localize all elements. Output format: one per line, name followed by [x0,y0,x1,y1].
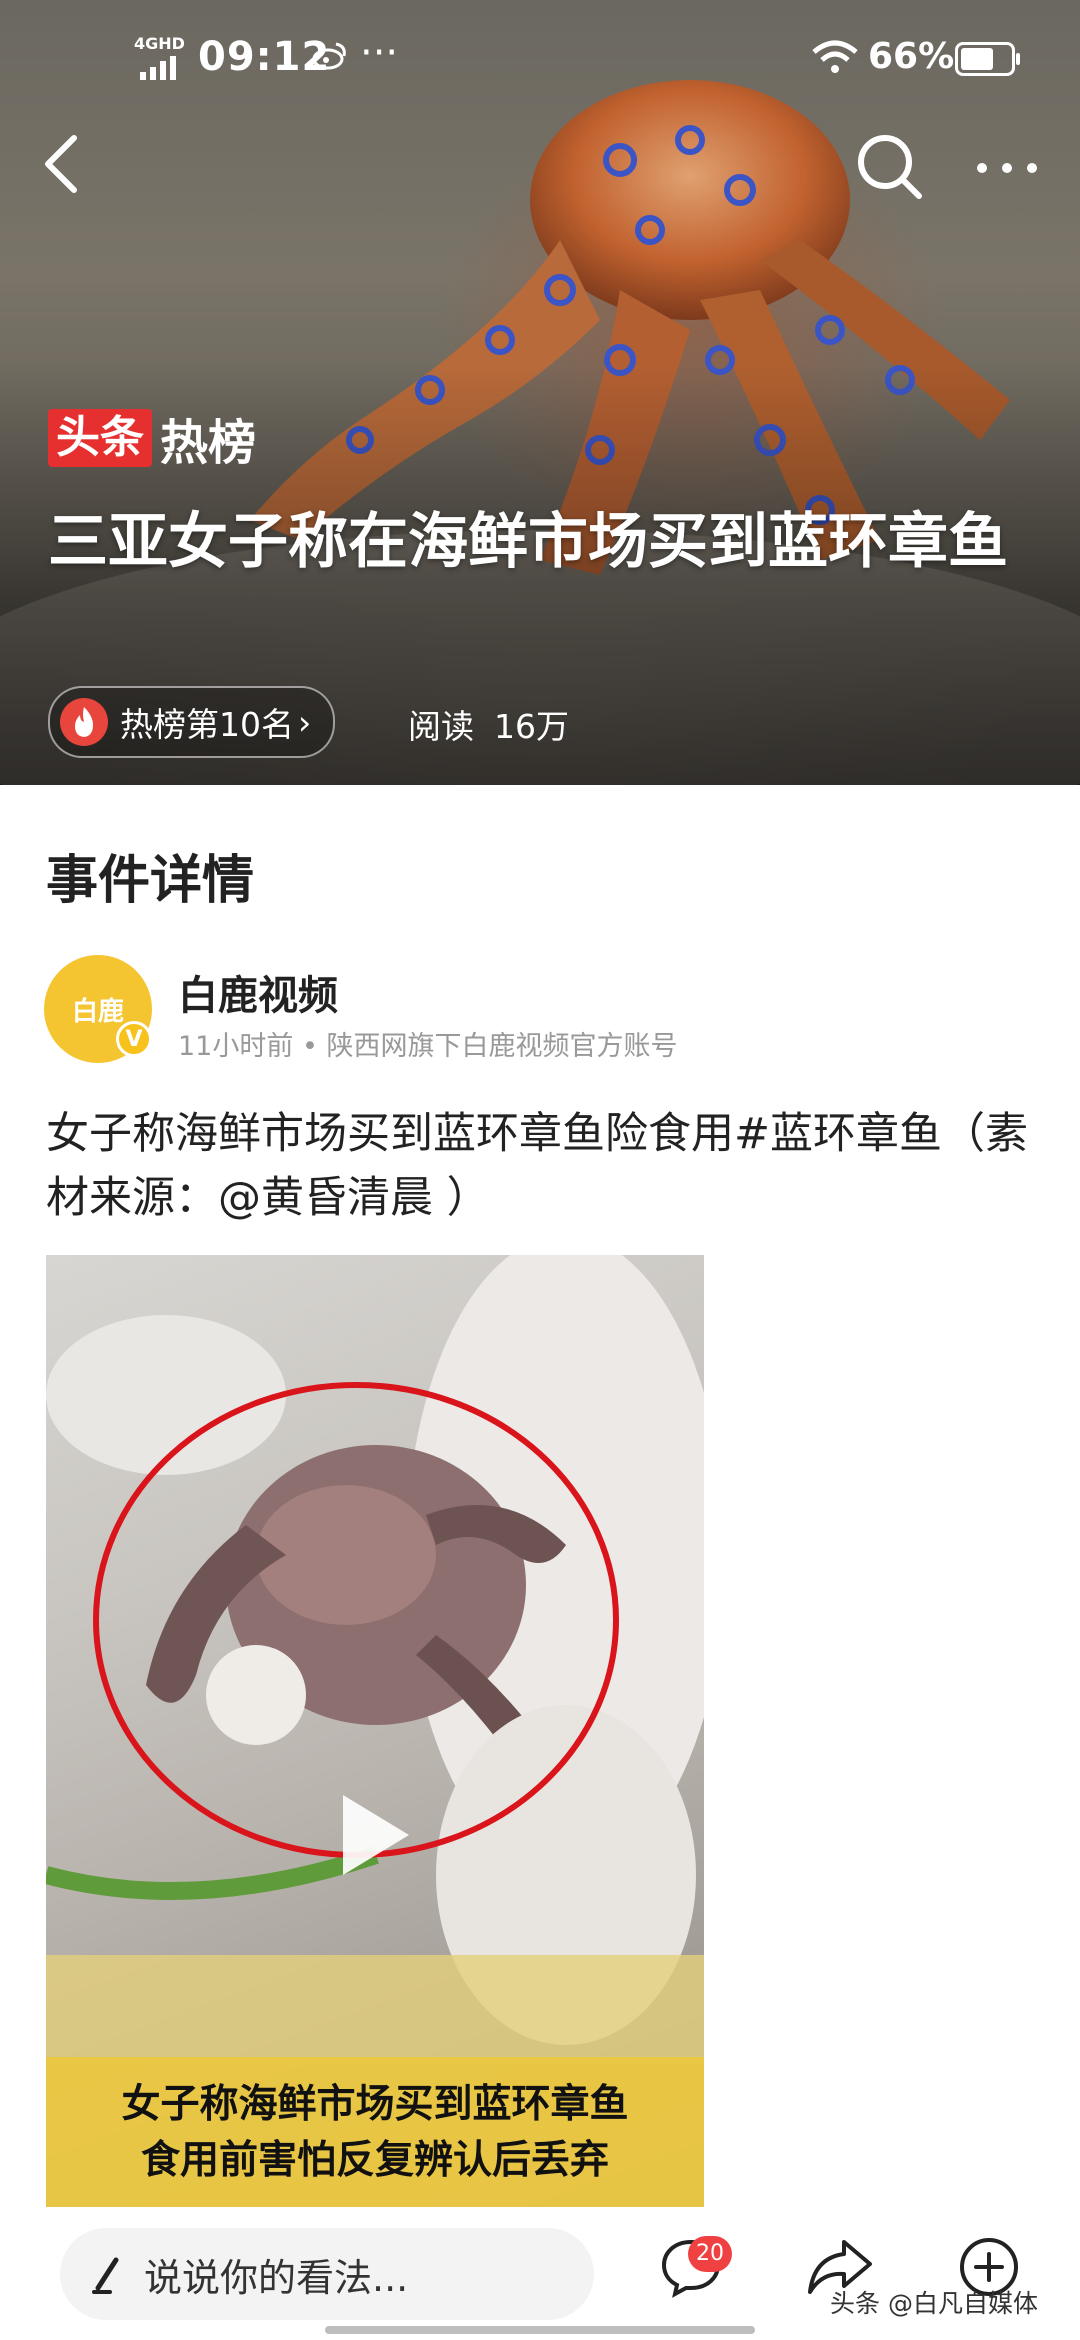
battery-icon [955,42,1020,76]
home-indicator[interactable] [325,2326,755,2334]
hot-list-logo: 头条 热榜 [48,408,256,471]
pen-icon [92,2257,119,2294]
read-label: 阅读 [408,707,474,746]
chevron-right-icon: › [298,702,312,742]
hero-banner: 4GHD 09:12 ··· 66% 头条 热榜 三亚女子称在海鲜市场买到蓝环章… [0,0,1080,785]
battery-percent: 66% [868,36,955,77]
read-count: 阅读 16万 [408,700,589,748]
verified-icon: V [116,1021,152,1057]
chevron-left-icon[interactable] [38,132,88,196]
search-icon[interactable] [855,132,925,202]
post-text: 女子称海鲜市场买到蓝环章鱼险食用#蓝环章鱼（素材来源：@黄昏清晨 ） [46,1109,1029,1223]
flame-icon [60,698,108,746]
comment-placeholder: 说说你的看法... [144,2255,409,2300]
author-meta: 11小时前 • 陕西网旗下白鹿视频官方账号 [178,1031,678,1062]
clock: 09:12 [198,34,331,80]
page-title: 三亚女子称在海鲜市场买到蓝环章鱼 [48,507,1008,577]
brand-word: 热榜 [160,415,257,471]
wifi-icon [812,40,858,73]
weibo-icon [312,42,346,70]
hot-rank-button[interactable]: 热榜第10名 › [48,686,336,758]
video-player[interactable]: 女子称海鲜市场买到蓝环章鱼 食用前害怕反复辨认后丢弃 [46,1255,704,2207]
network-type: 4GHD [134,34,185,53]
more-notifications: ··· [360,30,399,76]
brand-tag: 头条 [48,409,152,467]
avatar[interactable]: 白鹿 V [44,955,152,1063]
watermark: 头条 @白凡自媒体 [830,2289,1038,2318]
avatar-text: 白鹿 [71,996,124,1027]
more-dots-icon[interactable] [972,148,1042,188]
comment-count-badge: 20 [688,2236,732,2272]
signal-icon [140,56,176,80]
comment-input[interactable]: 说说你的看法... [60,2228,594,2320]
section-title: 事件详情 [46,851,255,911]
video-caption-line2: 食用前害怕反复辨认后丢弃 [140,2137,609,2183]
author-name[interactable]: 白鹿视频 [178,963,338,1021]
read-value: 16万 [494,707,569,746]
video-caption-line1: 女子称海鲜市场买到蓝环章鱼 [121,2081,629,2127]
status-bar: 4GHD 09:12 ··· 66% [0,0,1080,120]
video-caption: 女子称海鲜市场买到蓝环章鱼 食用前害怕反复辨认后丢弃 [46,2057,704,2207]
hot-rank-label: 热榜第10名 [120,705,294,744]
play-icon[interactable] [343,1795,409,1875]
